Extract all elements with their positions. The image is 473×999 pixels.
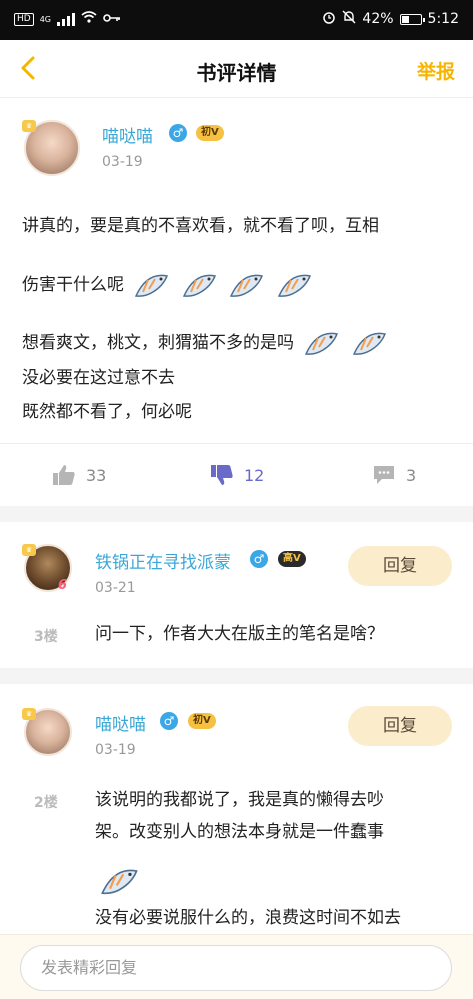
post-actions: 33 12 3 [0, 443, 473, 505]
like-button[interactable]: 33 [52, 464, 106, 486]
fish-emoji-icon [277, 274, 311, 297]
comment-bar: 发表精彩回复 [0, 934, 473, 999]
post-username[interactable]: 喵哒喵 [102, 122, 153, 147]
divider [0, 506, 473, 522]
reply-button[interactable]: 回复 [348, 546, 452, 586]
reply-item: ♛ 6 铁锅正在寻找派蒙 ♂ 高V 03-21 回复 3楼 问一下，作者大大在版… [0, 522, 473, 668]
status-bar: HD 4G 42% 5:12 [0, 0, 473, 40]
post-line-5: 既然都不看了，何必呢 [22, 402, 192, 422]
crown-icon: ♛ [22, 708, 36, 720]
battery-percent: 42% [362, 11, 394, 27]
male-icon: ♂ [160, 712, 178, 730]
like-count: 33 [86, 465, 107, 485]
network-type: 4G [39, 14, 51, 24]
post-line-3: 想看爽文，桃文，刺猬猫不多的是吗 [22, 333, 294, 353]
post-line-4: 没必要在这过意不去 [22, 368, 175, 388]
floor-number: 3楼 [34, 629, 58, 645]
mute-icon [342, 10, 356, 28]
floor-number: 2楼 [34, 795, 58, 811]
reply-text-line-1: 该说明的我都说了，我是真的懒得去吵 [95, 790, 384, 810]
fish-emoji-icon [101, 869, 138, 895]
level-badge: 6 [58, 578, 68, 593]
thumbs-up-icon [53, 465, 75, 485]
thumbs-down-icon [211, 465, 233, 485]
reply-input[interactable]: 发表精彩回复 [20, 945, 452, 991]
vip-badge: 初V [196, 125, 224, 141]
fish-emoji-icon [182, 274, 216, 297]
dislike-count: 12 [244, 465, 265, 485]
male-icon: ♂ [169, 124, 187, 142]
reply-text-line-2: 架。改变别人的想法本身就是一件蠢事 [95, 822, 384, 842]
battery-icon [399, 13, 425, 25]
crown-icon: ♛ [22, 120, 36, 132]
crown-icon: ♛ [22, 544, 36, 556]
dislike-button[interactable]: 12 [210, 464, 264, 486]
fish-emoji-icon [135, 274, 169, 297]
reply-item: ♛ 喵哒喵 ♂ 初V 03-19 回复 2楼 该说明的我都说了，我是真的懒得去吵… [0, 684, 473, 934]
comment-button[interactable]: 3 [372, 464, 416, 486]
top-bar: 书评详情 举报 [0, 40, 473, 98]
key-icon [103, 12, 121, 27]
fish-emoji-icon [305, 332, 339, 355]
comment-count: 3 [406, 465, 417, 485]
reply-date: 03-21 [95, 580, 136, 596]
post-line-2-wrap: 伤害干什么呢 [22, 270, 314, 300]
reply-text: 问一下，作者大大在版主的笔名是啥？ [95, 624, 384, 644]
alarm-icon [322, 10, 336, 28]
report-button[interactable]: 举报 [417, 57, 455, 84]
reply-text-line-3: 没有必要说服什么的，浪费这时间不如去 [95, 908, 401, 928]
battery-fill [401, 15, 410, 23]
signal-icon [57, 12, 75, 26]
fish-emoji-icon [230, 274, 264, 297]
male-icon: ♂ [250, 550, 268, 568]
reply-date: 03-19 [95, 742, 136, 758]
status-left: HD 4G [14, 11, 121, 27]
wifi-icon [81, 11, 97, 27]
reply-button[interactable]: 回复 [348, 706, 452, 746]
fish-emoji-icon [352, 332, 386, 355]
page-title: 书评详情 [196, 61, 277, 85]
clock: 5:12 [427, 11, 459, 27]
comment-icon [374, 466, 394, 484]
post-line-1: 讲真的，要是真的不喜欢看，就不看了呗，互相 [22, 216, 379, 236]
hd-icon: HD [14, 12, 34, 26]
vip-badge: 高V [278, 551, 306, 567]
post-line-3-wrap: 想看爽文，桃文，刺猬猫不多的是吗 [22, 328, 389, 358]
reply-username[interactable]: 喵哒喵 [95, 710, 146, 735]
status-right: 42% 5:12 [322, 10, 459, 28]
post-line-2: 伤害干什么呢 [22, 275, 124, 295]
divider [0, 668, 473, 684]
vip-badge: 初V [188, 713, 216, 729]
reply-username[interactable]: 铁锅正在寻找派蒙 [95, 548, 231, 573]
post-date: 03-19 [102, 154, 143, 170]
